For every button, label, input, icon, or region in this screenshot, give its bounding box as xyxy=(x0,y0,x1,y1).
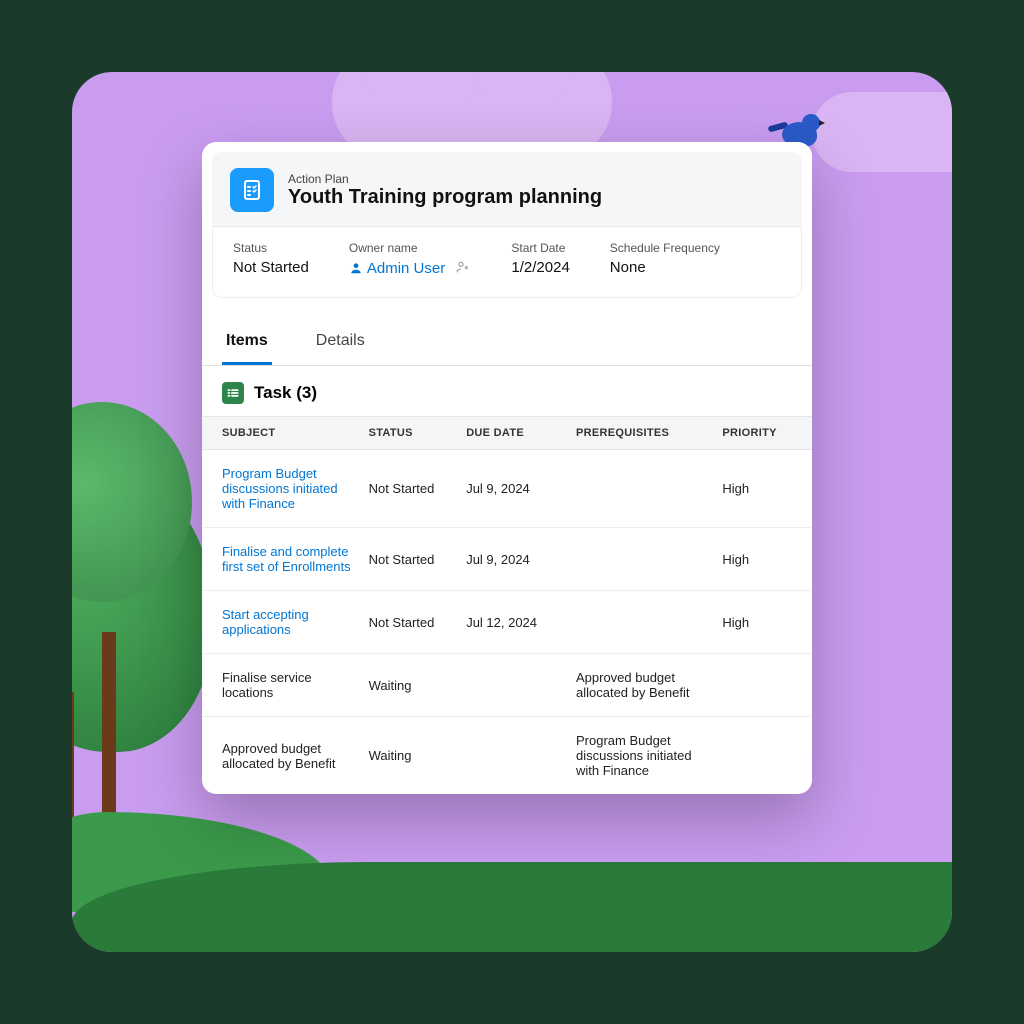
table-row: Start accepting applications Not StartedJ… xyxy=(202,591,812,654)
task-prerequisites xyxy=(568,591,714,654)
frequency-value: None xyxy=(610,259,720,276)
task-icon xyxy=(222,382,244,404)
column-due-date: DUE DATE xyxy=(458,417,568,450)
task-prerequisites xyxy=(568,528,714,591)
task-table: SUBJECT STATUS DUE DATE PREREQUISITES PR… xyxy=(202,416,812,794)
card-header: Action Plan Youth Training program plann… xyxy=(212,152,802,227)
task-status: Not Started xyxy=(361,591,459,654)
owner-link[interactable]: Admin User xyxy=(349,260,445,277)
page-title: Youth Training program planning xyxy=(288,186,602,209)
table-row: Finalise and complete first set of Enrol… xyxy=(202,528,812,591)
tab-bar: Items Details xyxy=(202,322,812,366)
ground-shape xyxy=(72,862,952,952)
status-value: Not Started xyxy=(233,259,309,276)
task-due-date xyxy=(458,717,568,795)
column-subject: SUBJECT xyxy=(202,417,361,450)
table-row: Finalise service locations Waiting Approve… xyxy=(202,654,812,717)
task-status: Waiting xyxy=(361,717,459,795)
task-priority: High xyxy=(714,591,812,654)
table-row: Approved budget allocated by Benefit Wait… xyxy=(202,717,812,795)
cloud-shape xyxy=(812,92,952,172)
start-date-label: Start Date xyxy=(511,241,569,255)
task-status: Not Started xyxy=(361,450,459,528)
tab-details[interactable]: Details xyxy=(312,322,369,365)
user-icon xyxy=(349,261,363,275)
task-status: Waiting xyxy=(361,654,459,717)
task-subject: Approved budget allocated by Benefit xyxy=(222,741,335,771)
task-due-date: Jul 9, 2024 xyxy=(458,528,568,591)
owner-name: Admin User xyxy=(367,260,445,277)
task-subject[interactable]: Finalise and complete first set of Enrol… xyxy=(222,544,351,574)
task-prerequisites xyxy=(568,450,714,528)
task-subject[interactable]: Program Budget discussions initiated wit… xyxy=(222,466,338,511)
background-illustration: Action Plan Youth Training program plann… xyxy=(72,72,952,952)
action-plan-icon xyxy=(230,168,274,212)
task-due-date: Jul 12, 2024 xyxy=(458,591,568,654)
task-prerequisites: Program Budget discussions initiated wit… xyxy=(568,717,714,795)
task-priority: High xyxy=(714,528,812,591)
task-priority xyxy=(714,717,812,795)
column-prerequisites: PREREQUISITES xyxy=(568,417,714,450)
task-prerequisites: Approved budget allocated by Benefit xyxy=(568,654,714,717)
task-section-title: Task (3) xyxy=(254,383,317,403)
start-date-value: 1/2/2024 xyxy=(511,259,569,276)
task-due-date xyxy=(458,654,568,717)
task-section-header: Task (3) xyxy=(202,366,812,416)
summary-bar: Status Not Started Owner name Admin User… xyxy=(212,227,802,298)
change-owner-icon[interactable] xyxy=(455,259,471,275)
owner-label: Owner name xyxy=(349,241,472,255)
task-subject: Finalise service locations xyxy=(222,670,312,700)
frequency-label: Schedule Frequency xyxy=(610,241,720,255)
task-priority xyxy=(714,654,812,717)
task-due-date: Jul 9, 2024 xyxy=(458,450,568,528)
task-status: Not Started xyxy=(361,528,459,591)
column-priority: PRIORITY xyxy=(714,417,812,450)
record-type-label: Action Plan xyxy=(288,172,602,186)
table-row: Program Budget discussions initiated wit… xyxy=(202,450,812,528)
column-status: STATUS xyxy=(361,417,459,450)
status-label: Status xyxy=(233,241,309,255)
action-plan-card: Action Plan Youth Training program plann… xyxy=(202,142,812,794)
tab-items[interactable]: Items xyxy=(222,322,272,365)
task-subject[interactable]: Start accepting applications xyxy=(222,607,309,637)
task-priority: High xyxy=(714,450,812,528)
